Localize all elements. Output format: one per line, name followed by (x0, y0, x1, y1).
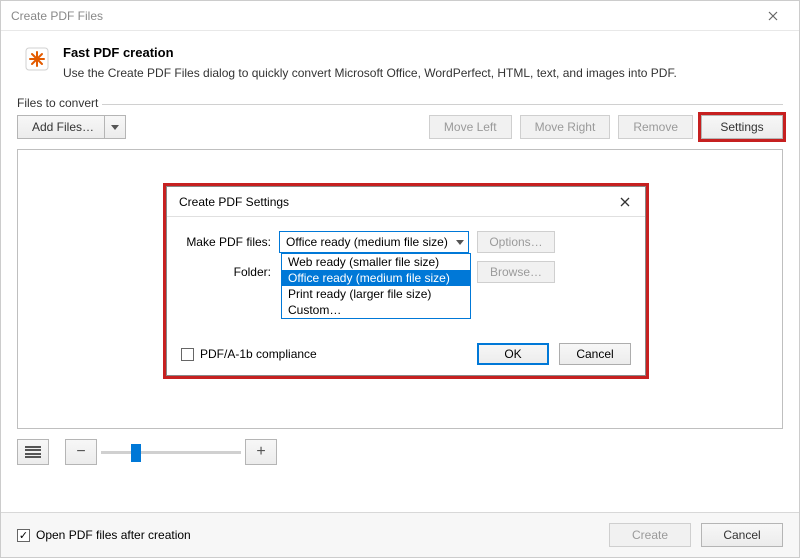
dropdown-option[interactable]: Print ready (larger file size) (282, 286, 470, 302)
view-toolbar: − + (17, 439, 783, 465)
browse-button[interactable]: Browse… (477, 261, 555, 283)
dropdown-option[interactable]: Office ready (medium file size) (282, 270, 470, 286)
move-right-button[interactable]: Move Right (520, 115, 611, 139)
close-icon (620, 197, 630, 207)
list-icon (25, 446, 41, 458)
create-button[interactable]: Create (609, 523, 691, 547)
make-pdf-label: Make PDF files: (181, 235, 271, 249)
zoom-control: − + (65, 439, 277, 465)
cancel-button[interactable]: Cancel (701, 523, 783, 547)
main-window: Create PDF Files Fast PDF creation Use t… (0, 0, 800, 558)
list-view-button[interactable] (17, 439, 49, 465)
settings-close-button[interactable] (611, 190, 639, 214)
chevron-down-icon (111, 125, 119, 130)
make-pdf-value: Office ready (medium file size) (286, 235, 448, 249)
dropdown-option[interactable]: Web ready (smaller file size) (282, 254, 470, 270)
open-after-checkbox[interactable]: ✓ Open PDF files after creation (17, 528, 191, 542)
settings-dialog: Create PDF Settings Make PDF files: Offi… (166, 186, 646, 376)
header-title: Fast PDF creation (63, 45, 677, 60)
files-toolbar: Add Files… Move Left Move Right Remove S… (17, 104, 783, 139)
chevron-down-icon (456, 240, 464, 245)
minus-icon: − (76, 443, 85, 461)
plus-icon: + (256, 443, 265, 461)
remove-button[interactable]: Remove (618, 115, 693, 139)
dropdown-option[interactable]: Custom… (282, 302, 470, 318)
ok-button[interactable]: OK (477, 343, 549, 365)
pdfa-checkbox[interactable]: PDF/A-1b compliance (181, 347, 317, 361)
window-close-button[interactable] (751, 2, 795, 30)
settings-cancel-button[interactable]: Cancel (559, 343, 631, 365)
checkbox-box: ✓ (17, 529, 30, 542)
make-pdf-row: Make PDF files: Office ready (medium fil… (181, 231, 631, 253)
open-after-label: Open PDF files after creation (36, 528, 191, 542)
add-files-label: Add Files… (32, 120, 94, 134)
folder-label: Folder: (181, 265, 271, 279)
zoom-thumb[interactable] (131, 444, 141, 462)
add-files-dropdown-button[interactable] (104, 115, 126, 139)
checkbox-box (181, 348, 194, 361)
move-left-button[interactable]: Move Left (429, 115, 512, 139)
pdfa-label: PDF/A-1b compliance (200, 347, 317, 361)
header: Fast PDF creation Use the Create PDF Fil… (1, 31, 799, 98)
footer: ✓ Open PDF files after creation Create C… (1, 512, 799, 557)
header-subtitle: Use the Create PDF Files dialog to quick… (63, 66, 677, 80)
window-title: Create PDF Files (11, 9, 103, 23)
title-bar: Create PDF Files (1, 1, 799, 31)
settings-title: Create PDF Settings (179, 195, 289, 209)
files-legend: Files to convert (17, 96, 102, 110)
zoom-in-button[interactable]: + (245, 439, 277, 465)
settings-titlebar: Create PDF Settings (167, 187, 645, 217)
options-button[interactable]: Options… (477, 231, 555, 253)
add-files-button[interactable]: Add Files… (17, 115, 104, 139)
settings-button[interactable]: Settings (701, 115, 783, 139)
close-icon (768, 11, 778, 21)
make-pdf-dropdown[interactable]: Web ready (smaller file size) Office rea… (281, 253, 471, 319)
add-files-split: Add Files… (17, 115, 126, 139)
app-icon (23, 45, 51, 73)
zoom-out-button[interactable]: − (65, 439, 97, 465)
zoom-slider[interactable] (101, 451, 241, 454)
make-pdf-combo[interactable]: Office ready (medium file size) (279, 231, 469, 253)
settings-footer: PDF/A-1b compliance OK Cancel (181, 343, 631, 365)
settings-body: Make PDF files: Office ready (medium fil… (167, 217, 645, 375)
